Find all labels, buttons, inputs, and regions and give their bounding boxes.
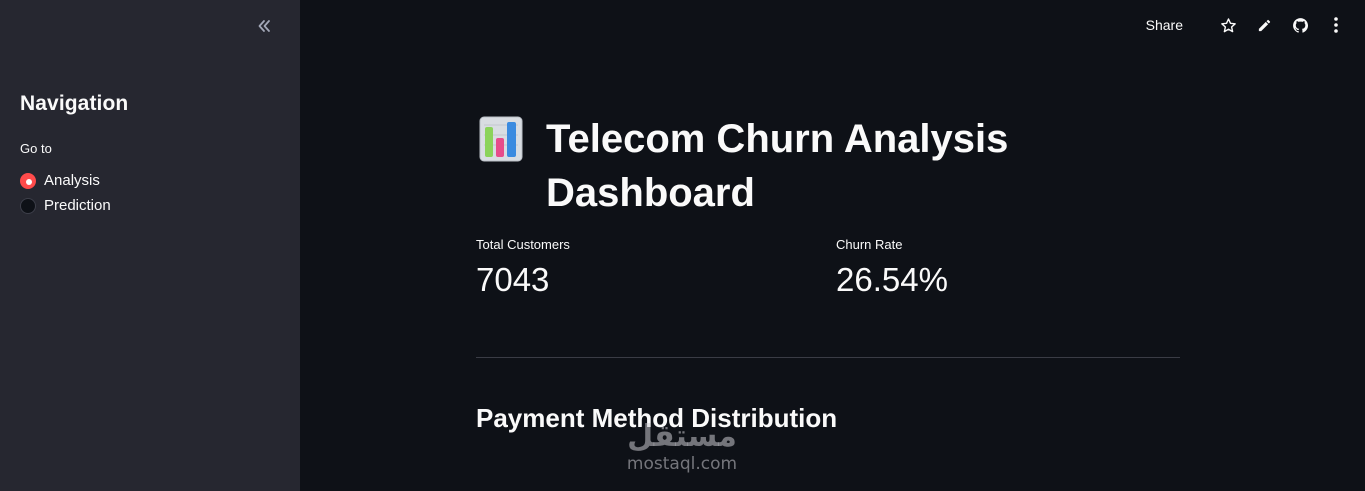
collapse-sidebar-button[interactable] (252, 14, 276, 38)
metric-label: Total Customers (476, 237, 570, 252)
radio-option-prediction[interactable]: Prediction (20, 193, 111, 218)
pencil-icon[interactable] (1255, 16, 1273, 34)
radio-option-label: Analysis (44, 172, 100, 189)
metric-total-customers: Total Customers 7043 (476, 237, 570, 299)
sidebar: Navigation Go to Analysis Prediction (0, 0, 300, 491)
radio-group-label: Go to (20, 141, 52, 156)
radio-button-checked[interactable] (20, 172, 36, 189)
page-header: Telecom Churn Analysis Dashboard (476, 112, 1180, 220)
metric-value: 26.54% (836, 261, 948, 298)
app-root: Navigation Go to Analysis Prediction Sha… (0, 0, 1365, 491)
star-icon[interactable] (1219, 16, 1237, 34)
more-vertical-icon[interactable] (1327, 16, 1345, 34)
divider (476, 357, 1180, 358)
metric-churn-rate: Churn Rate 26.54% (836, 237, 948, 299)
bar-chart-icon (479, 116, 523, 162)
radio-option-analysis[interactable]: Analysis (20, 168, 111, 193)
github-icon[interactable] (1291, 16, 1309, 34)
sidebar-title: Navigation (20, 92, 129, 115)
double-chevron-left-icon (258, 20, 270, 32)
metric-value: 7043 (476, 261, 550, 298)
section-title: Payment Method Distribution (476, 403, 838, 433)
metric-label: Churn Rate (836, 237, 903, 252)
navigation-radio-group: Analysis Prediction (20, 168, 111, 218)
page-title: Telecom Churn Analysis Dashboard (546, 117, 1009, 215)
main-content: Telecom Churn Analysis Dashboard Total C… (476, 0, 1180, 491)
radio-button-unchecked[interactable] (20, 197, 36, 214)
radio-option-label: Prediction (44, 197, 111, 214)
